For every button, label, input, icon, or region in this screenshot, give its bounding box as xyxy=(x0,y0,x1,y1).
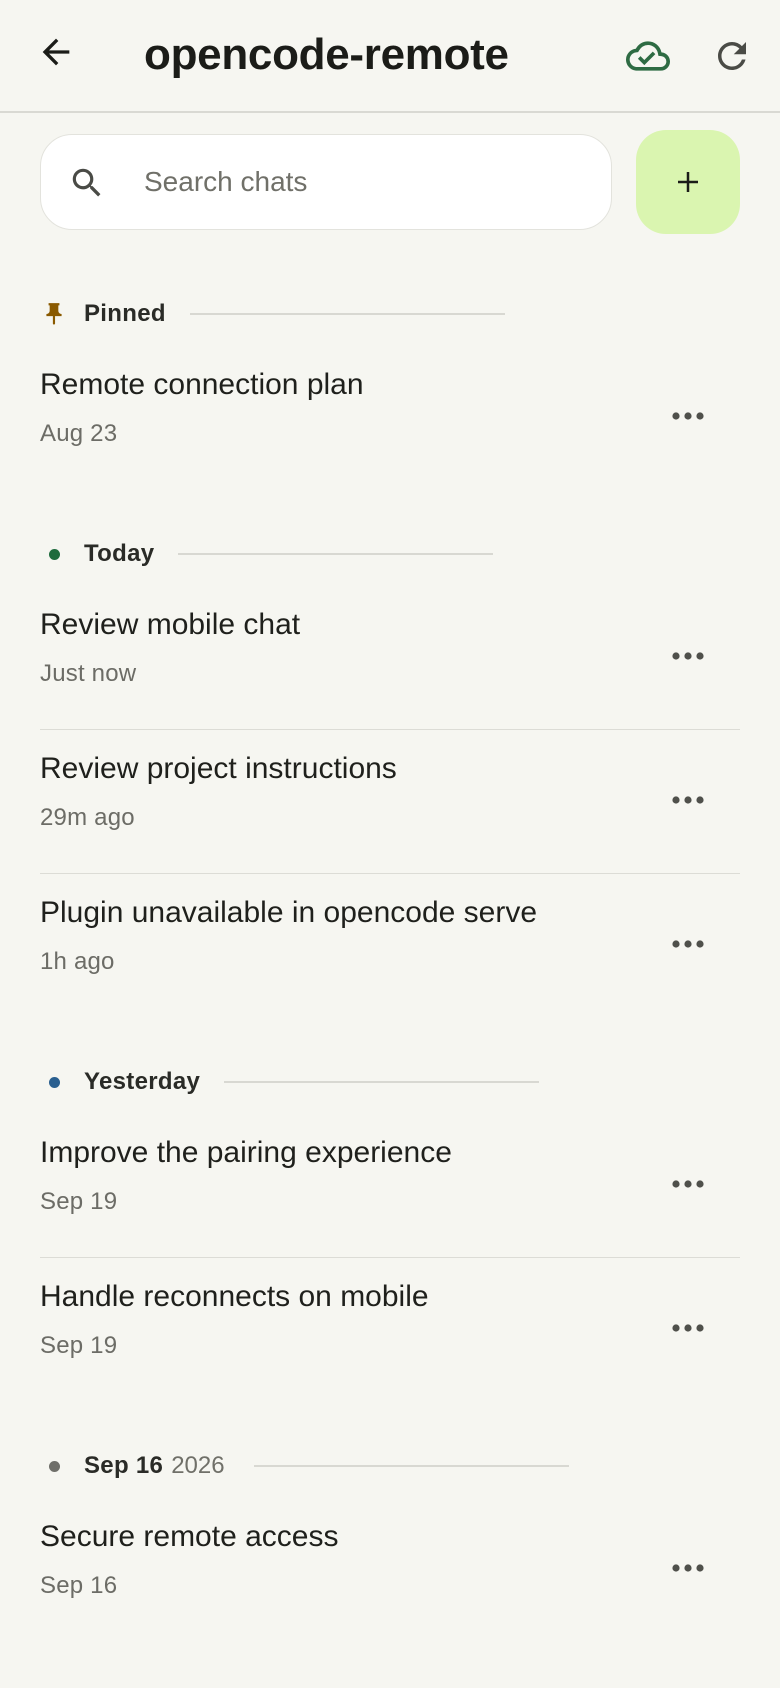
section-header-today: Today xyxy=(40,534,154,574)
more-horizontal-icon xyxy=(672,1324,704,1332)
search-input[interactable] xyxy=(144,150,594,214)
chat-timestamp: 1h ago xyxy=(40,948,115,975)
chat-more-button[interactable] xyxy=(658,386,718,446)
older-dot-icon xyxy=(48,1460,60,1472)
section-header-yesterday: Yesterday xyxy=(40,1062,200,1102)
section-divider xyxy=(254,1465,569,1467)
chat-timestamp: Sep 16 xyxy=(40,1572,118,1599)
section-label: Today xyxy=(84,540,155,567)
chat-item[interactable]: Secure remote access Sep 16 xyxy=(40,1498,740,1642)
chat-more-button[interactable] xyxy=(658,914,718,974)
section-divider xyxy=(190,313,505,315)
section-label: Yesterday xyxy=(84,1068,201,1095)
chat-timestamp: 29m ago xyxy=(40,804,135,831)
arrow-left-icon xyxy=(42,38,70,66)
top-app-bar: opencode-remote xyxy=(0,0,780,113)
chat-title: Review mobile chat xyxy=(40,608,301,641)
search-icon xyxy=(72,168,101,197)
chat-item[interactable]: Improve the pairing experience Sep 19 xyxy=(40,1114,740,1258)
new-chat-button[interactable] xyxy=(636,130,740,234)
chat-title: Remote connection plan xyxy=(40,368,364,401)
chat-title: Secure remote access xyxy=(40,1520,339,1553)
app-root: opencode-remote Pinned Remote xyxy=(0,0,780,1688)
more-horizontal-icon xyxy=(672,796,704,804)
chat-item[interactable]: Remote connection plan Aug 23 xyxy=(40,346,740,490)
section-header-sep-16: Sep 16 2026 xyxy=(40,1446,225,1486)
section-header-pinned: Pinned xyxy=(40,294,166,334)
chat-more-button[interactable] xyxy=(658,1154,718,1214)
more-horizontal-icon xyxy=(672,1180,704,1188)
chat-title: Plugin unavailable in opencode serve xyxy=(40,896,538,929)
chat-more-button[interactable] xyxy=(658,1538,718,1598)
chat-item[interactable]: Handle reconnects on mobile Sep 19 xyxy=(40,1258,740,1402)
back-button[interactable] xyxy=(30,26,82,78)
page-title: opencode-remote xyxy=(144,30,509,79)
sync-status-button[interactable] xyxy=(622,30,674,82)
section-label: Sep 16 xyxy=(84,1452,164,1479)
section-divider xyxy=(178,553,493,555)
chat-title: Review project instructions xyxy=(40,752,397,785)
yesterday-dot-icon xyxy=(48,1076,60,1088)
chat-timestamp: Sep 19 xyxy=(40,1188,118,1215)
refresh-button[interactable] xyxy=(706,30,758,82)
section-year: 2026 xyxy=(171,1452,225,1479)
chat-title: Handle reconnects on mobile xyxy=(40,1280,429,1313)
chat-more-button[interactable] xyxy=(658,1298,718,1358)
chat-more-button[interactable] xyxy=(658,770,718,830)
chat-timestamp: Sep 19 xyxy=(40,1332,118,1359)
chat-timestamp: Aug 23 xyxy=(40,420,118,447)
more-horizontal-icon xyxy=(672,412,704,420)
section-divider xyxy=(224,1081,539,1083)
more-horizontal-icon xyxy=(672,652,704,660)
more-horizontal-icon xyxy=(672,1564,704,1572)
more-horizontal-icon xyxy=(672,940,704,948)
today-dot-icon xyxy=(48,548,60,560)
chat-timestamp: Just now xyxy=(40,660,137,687)
chat-more-button[interactable] xyxy=(658,626,718,686)
cloud-check-icon xyxy=(626,41,670,71)
refresh-icon xyxy=(718,42,746,70)
chat-item[interactable]: Review mobile chat Just now xyxy=(40,586,740,730)
chat-item[interactable]: Plugin unavailable in opencode serve 1h … xyxy=(40,874,740,1018)
pin-icon xyxy=(40,300,68,328)
chat-title: Improve the pairing experience xyxy=(40,1136,452,1169)
chat-item[interactable]: Review project instructions 29m ago xyxy=(40,730,740,874)
section-label: Pinned xyxy=(84,300,166,327)
plus-icon xyxy=(678,172,698,192)
